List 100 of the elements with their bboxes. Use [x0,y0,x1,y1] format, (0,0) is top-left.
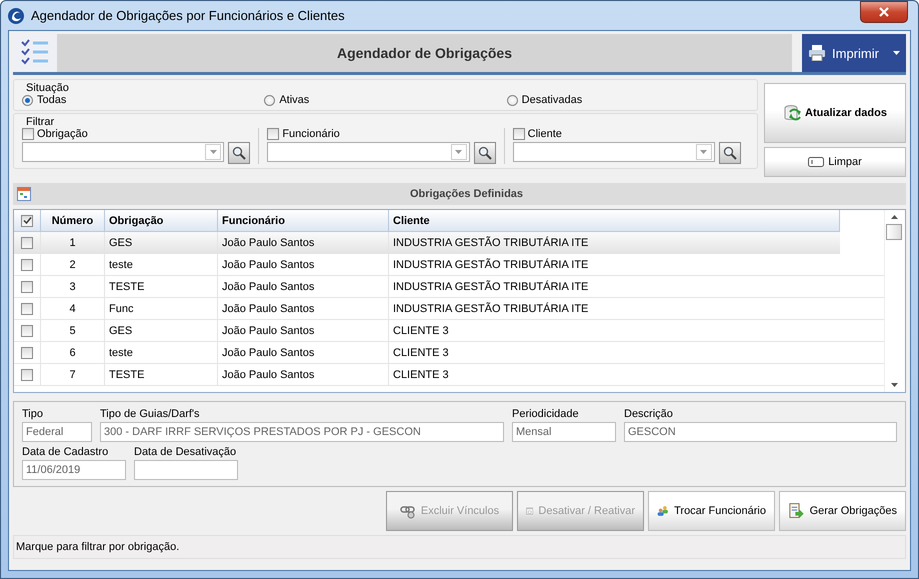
table-cell: João Paulo Santos [218,364,389,385]
checkbox[interactable] [21,258,33,270]
table-cell: 6 [41,342,105,363]
field-label: Data de Cadastro [22,446,110,458]
radio-button[interactable] [506,94,518,106]
table-cell-text: INDUSTRIA GESTÃO TRIBUTÁRIA ITE [392,235,590,250]
field-label: Periodicidade [512,408,580,420]
text-field-icon [808,157,824,167]
table-cell: TESTE [105,276,218,297]
checkbox[interactable] [21,368,33,380]
checkbox[interactable] [21,324,33,336]
clear-button[interactable]: Limpar [764,147,906,177]
group-label: Filtrar [26,116,56,128]
text-field[interactable] [134,460,238,480]
column-header[interactable]: Obrigação [105,210,218,231]
table-cell: 4 [41,298,105,319]
scroll-up-icon [890,215,898,219]
table-row[interactable]: 7 TESTE João Paulo Santos CLIENTE 3 [14,364,884,386]
checklist-icon [13,34,57,72]
table-cell: João Paulo Santos [218,298,389,319]
scrollbar[interactable] [884,210,903,392]
table-cell: Func [105,298,218,319]
grid-icon [17,187,31,201]
dropdown-field[interactable] [22,142,224,162]
table-cell: teste [105,342,218,363]
text-field[interactable]: Federal [22,422,92,442]
table-cell: 3 [41,276,105,297]
table-cell: GES [105,232,218,253]
table-cell-text: CLIENTE 3 [392,346,450,360]
checkbox[interactable] [21,302,33,314]
table-row[interactable]: 2 teste João Paulo Santos INDUSTRIA GESTÃO TRIBUTÁRIA ITE [14,254,884,276]
app-logo-icon [7,6,25,24]
checkbox-label[interactable]: Funcionário [282,128,340,140]
table-cell-text: INDUSTRIA GESTÃO TRIBUTÁRIA ITE [392,279,590,294]
action-button[interactable]: Trocar Funcionário [648,491,775,531]
search-button[interactable] [228,142,250,164]
refresh-data-button[interactable]: Atualizar dados [764,83,906,143]
text-field[interactable]: 11/06/2019 [22,460,126,480]
table-row[interactable]: 3 TESTE João Paulo Santos INDUSTRIA GESTÃO TRIBUTÁRIA ITE [14,276,884,298]
table-cell: TESTE [105,364,218,385]
text-field[interactable]: 300 - DARF IRRF SERVIÇOS PRESTADOS POR PJ - GESCON [100,422,504,442]
checkbox-label[interactable]: Cliente [528,128,562,140]
text-field[interactable]: Mensal [512,422,616,442]
close-button[interactable] [860,1,908,23]
checkbox[interactable] [512,128,525,140]
table-cell: 1 [41,232,105,253]
table-row[interactable]: 6 teste João Paulo Santos CLIENTE 3 [14,342,884,364]
field-label: Tipo de Guias/Darf's [100,408,201,420]
table-cell: 2 [41,254,105,275]
column-header[interactable]: Número [41,210,105,231]
table-cell-text: INDUSTRIA GESTÃO TRIBUTÁRIA ITE [392,301,590,316]
group-label: Situação [26,82,70,94]
table-cell: João Paulo Santos [218,342,389,363]
search-icon [232,146,246,160]
radio-button[interactable] [264,94,276,106]
table-row[interactable]: 1 GES João Paulo Santos INDUSTRIA GESTÃO TRIBUTÁRIA ITE [14,232,840,254]
search-button[interactable] [474,142,496,164]
print-button[interactable]: Imprimir [802,34,906,72]
header-title: Agendador de Obrigações [57,34,792,72]
dropdown-field[interactable] [267,142,470,162]
database-refresh-icon [783,104,802,122]
section-title: Obrigações Definidas [408,188,524,200]
close-icon [879,7,889,17]
document-arrow-icon [788,502,805,520]
printer-icon [808,45,826,61]
scroll-thumb[interactable] [886,224,902,240]
field-label: Data de Desativação [134,446,238,458]
checkbox[interactable] [22,128,34,140]
text-field[interactable]: GESCON [624,422,897,442]
column-header[interactable]: Funcionário [218,210,389,231]
window-title: Agendador de Obrigações por Funcionários e Clientes [31,8,346,23]
radio-option[interactable]: Ativas [264,94,507,106]
table-cell: 7 [41,364,105,385]
table-cell: João Paulo Santos [218,232,389,253]
table-cell: teste [105,254,218,275]
table-cell-text: CLIENTE 3 [392,368,450,382]
field-label: Tipo [22,408,44,420]
checkbox-label[interactable]: Obrigação [37,128,88,140]
table-cell-text: INDUSTRIA GESTÃO TRIBUTÁRIA ITE [392,257,590,272]
field-label: Descrição [624,408,674,420]
search-icon [478,146,492,160]
search-button[interactable] [718,142,741,164]
table-cell: João Paulo Santos [218,276,389,297]
radio-option[interactable]: Desativadas [506,94,749,106]
radio-option[interactable]: Todas [22,94,264,106]
radio-button[interactable] [22,94,33,106]
table-row[interactable]: 5 GES João Paulo Santos CLIENTE 3 [14,320,884,342]
checkbox[interactable] [21,214,33,226]
search-icon [722,146,737,160]
action-button[interactable]: Gerar Obrigações [779,491,906,531]
table-row[interactable]: 4 Func João Paulo Santos INDUSTRIA GESTÃO TRIBUTÁRIA ITE [14,298,884,320]
dropdown-field[interactable] [512,142,715,162]
checkbox[interactable] [267,128,280,140]
table-cell: João Paulo Santos [218,320,389,341]
checkbox[interactable] [21,346,33,358]
scroll-down-icon [890,383,898,387]
checkbox[interactable] [21,236,33,248]
checkbox[interactable] [21,280,33,292]
column-header[interactable]: Cliente [389,210,840,231]
table-cell: GES [105,320,218,341]
